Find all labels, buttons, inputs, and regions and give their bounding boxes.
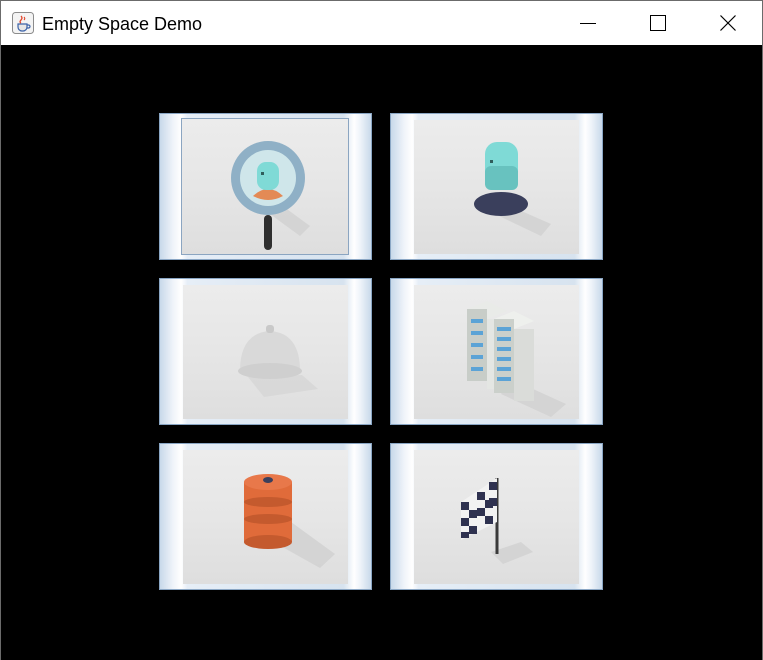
user-icon [474,142,551,236]
maximize-icon [650,15,666,31]
minimize-icon [580,23,596,24]
tile-search-user[interactable] [159,113,372,260]
app-window: Empty Space Demo [0,0,763,660]
content-pane [1,45,762,660]
tile-service-bell[interactable] [159,278,372,425]
maximize-button[interactable] [635,1,681,45]
close-button[interactable] [705,1,751,45]
tile-oil-barrel[interactable] [159,443,372,590]
search-user-icon [231,141,310,250]
tile-office-buildings[interactable] [390,278,603,425]
tile-checkered-flag[interactable] [390,443,603,590]
title-bar[interactable]: Empty Space Demo [1,1,762,45]
checkered-flag-icon [461,478,533,564]
minimize-button[interactable] [565,1,611,45]
java-cup-icon [12,12,34,34]
service-bell-icon [238,325,318,397]
office-buildings-icon [467,301,566,417]
window-title: Empty Space Demo [42,14,203,34]
tile-user[interactable] [390,113,603,260]
close-icon [720,15,736,31]
oil-barrel-icon [244,474,335,568]
